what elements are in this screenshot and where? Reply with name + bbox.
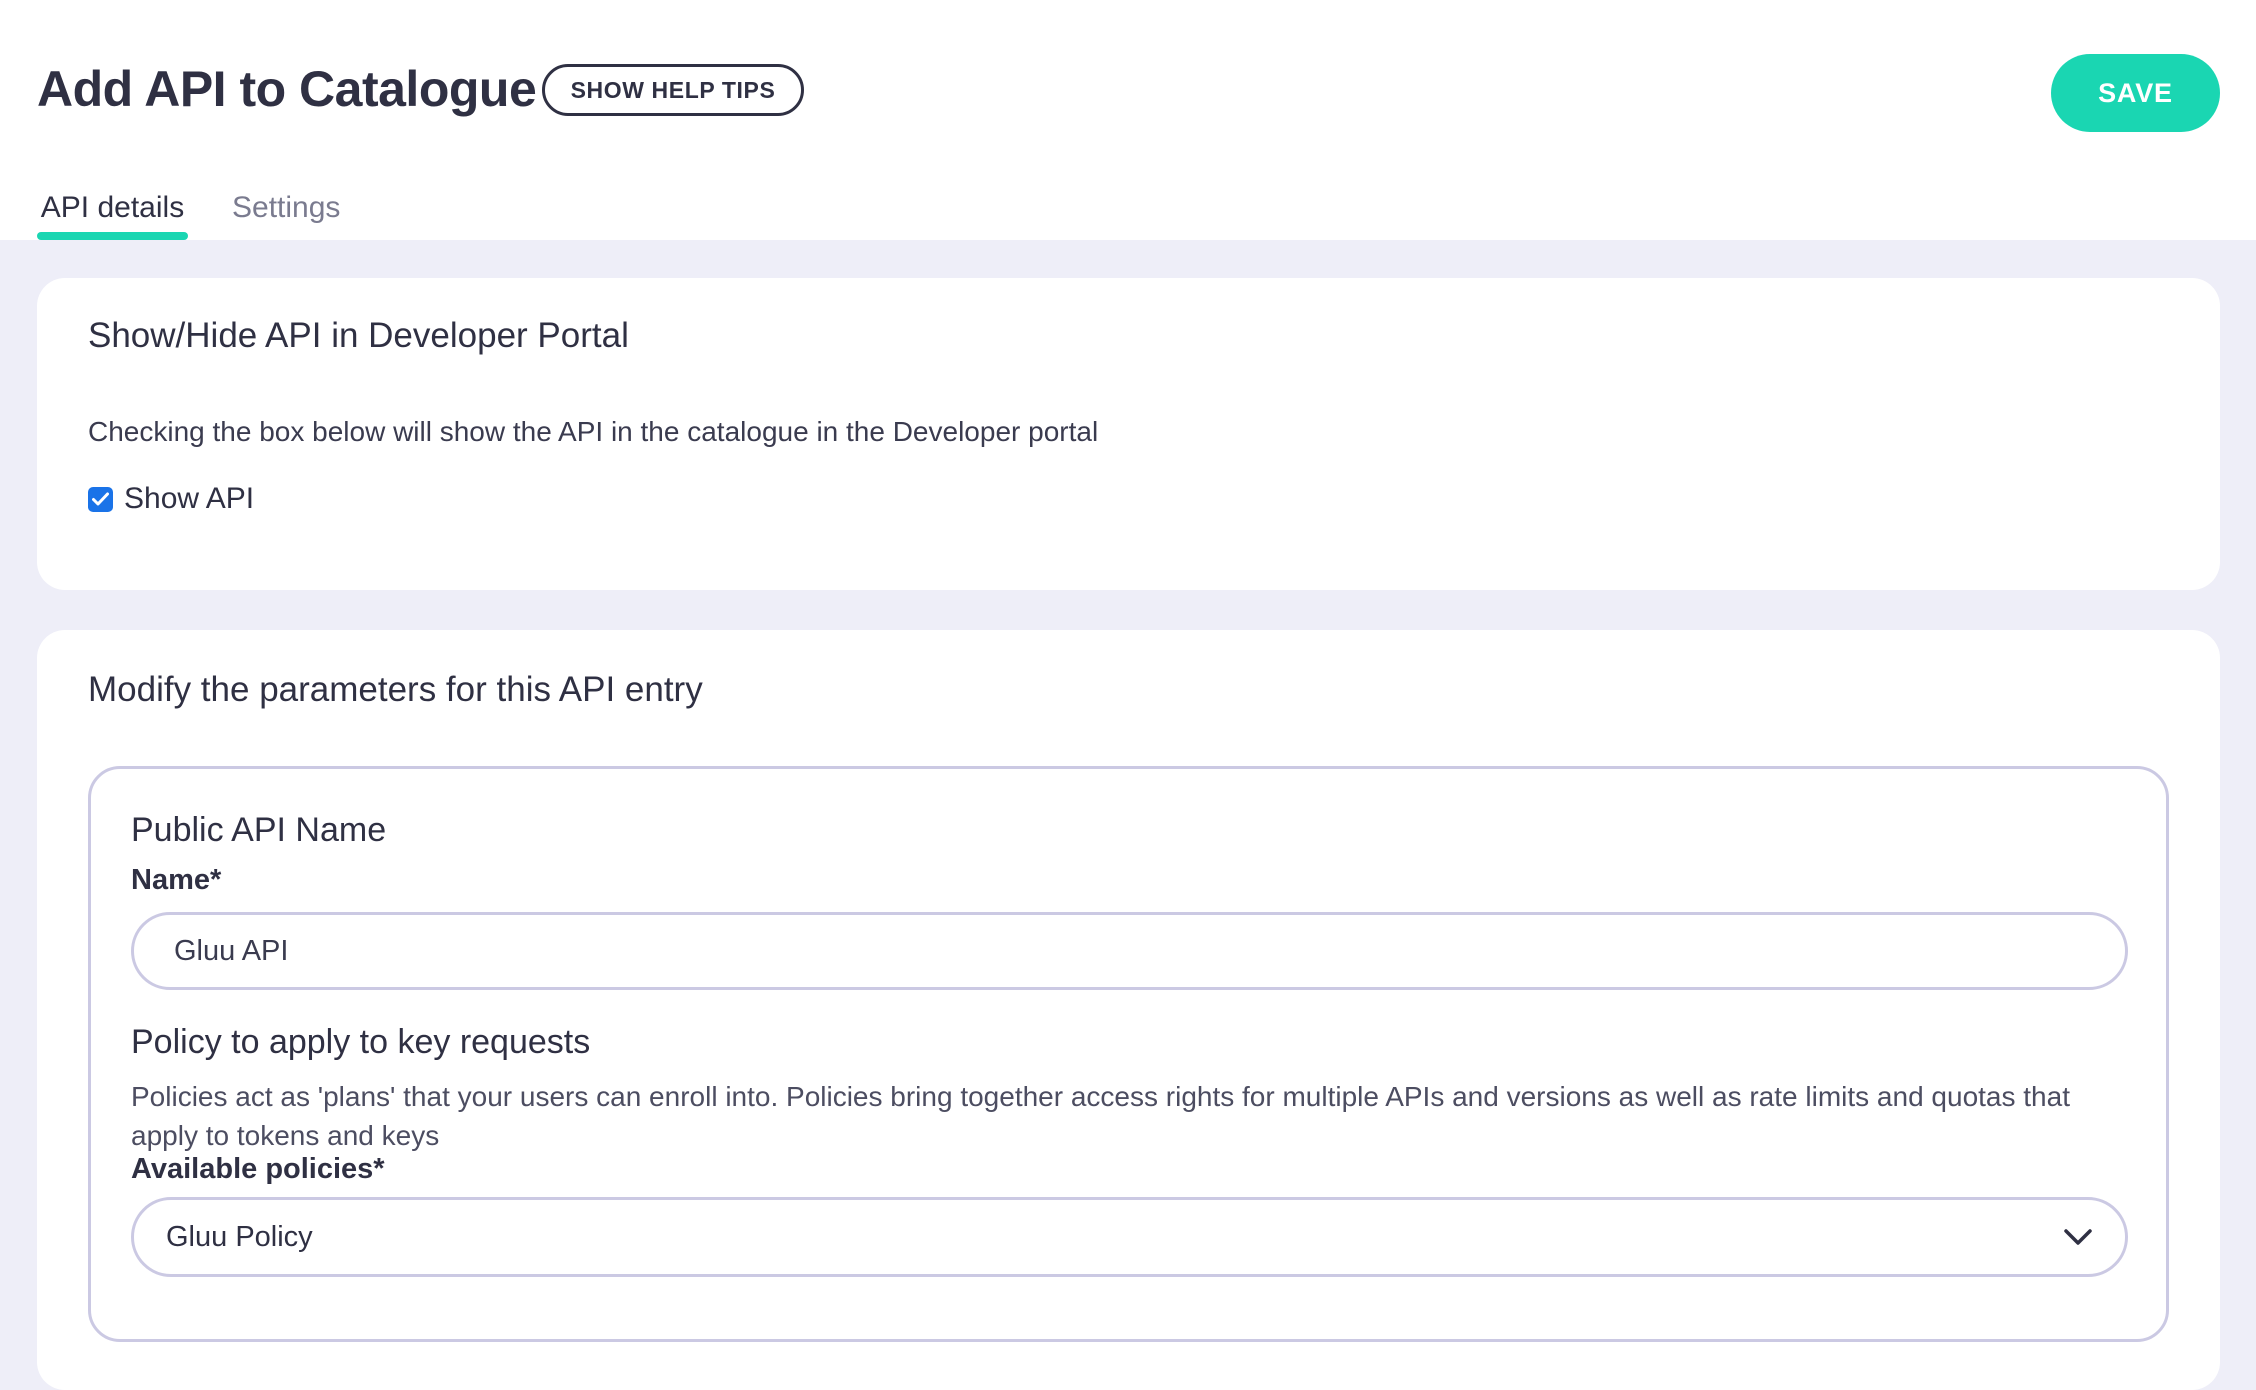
visibility-card: Show/Hide API in Developer Portal Checki… <box>37 278 2220 590</box>
name-field-label: Name* <box>131 864 222 896</box>
available-policies-label: Available policies* <box>131 1153 385 1185</box>
available-policies-select[interactable]: Gluu Policy <box>131 1197 2128 1277</box>
tab-settings[interactable]: Settings <box>232 185 340 231</box>
show-help-tips-button[interactable]: SHOW HELP TIPS <box>542 64 804 116</box>
page-header: Add API to Catalogue SHOW HELP TIPS SAVE… <box>0 0 2256 240</box>
chevron-down-icon <box>2064 1229 2092 1245</box>
check-icon <box>92 492 109 506</box>
selected-policy: Gluu Policy <box>166 1220 313 1253</box>
show-api-checkbox[interactable] <box>88 486 113 512</box>
public-api-name-title: Public API Name <box>131 811 387 849</box>
page-title: Add API to Catalogue <box>37 61 537 117</box>
show-api-checkbox-row[interactable]: Show API <box>88 482 254 516</box>
policy-section-title: Policy to apply to key requests <box>131 1023 591 1061</box>
tab-api-details[interactable]: API details <box>37 185 188 231</box>
active-tab-indicator <box>37 232 188 240</box>
visibility-card-title: Show/Hide API in Developer Portal <box>88 316 629 355</box>
policy-description: Policies act as 'plans' that your users … <box>131 1081 2070 1151</box>
parameters-card-title: Modify the parameters for this API entry <box>88 670 703 709</box>
visibility-description: Checking the box below will show the API… <box>88 416 1099 447</box>
parameters-form: Public API Name Name* Policy to apply to… <box>88 766 2169 1342</box>
save-button[interactable]: SAVE <box>2051 54 2220 132</box>
show-api-label: Show API <box>124 482 255 515</box>
parameters-card: Modify the parameters for this API entry… <box>37 630 2220 1390</box>
name-input[interactable] <box>131 912 2128 990</box>
